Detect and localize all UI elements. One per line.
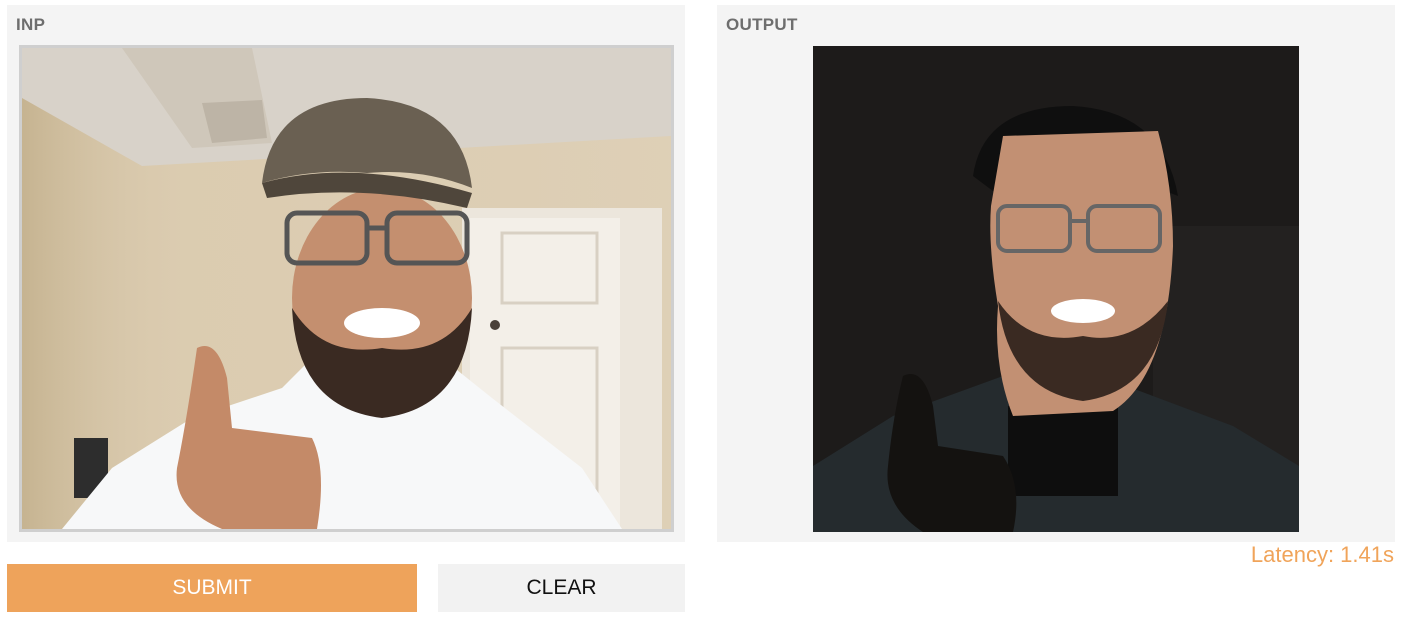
output-label: OUTPUT bbox=[726, 15, 798, 34]
submit-button[interactable]: SUBMIT bbox=[7, 564, 417, 612]
clear-button[interactable]: CLEAR bbox=[438, 564, 685, 612]
input-panel: INP bbox=[7, 5, 685, 542]
output-photo bbox=[813, 46, 1299, 532]
output-segmented-image bbox=[813, 46, 1299, 532]
input-label: INP bbox=[16, 15, 46, 34]
input-webcam-image[interactable] bbox=[19, 45, 674, 532]
input-photo bbox=[22, 48, 671, 529]
latency-text: Latency: 1.41s bbox=[1250, 542, 1394, 567]
output-panel: OUTPUT bbox=[717, 5, 1395, 542]
